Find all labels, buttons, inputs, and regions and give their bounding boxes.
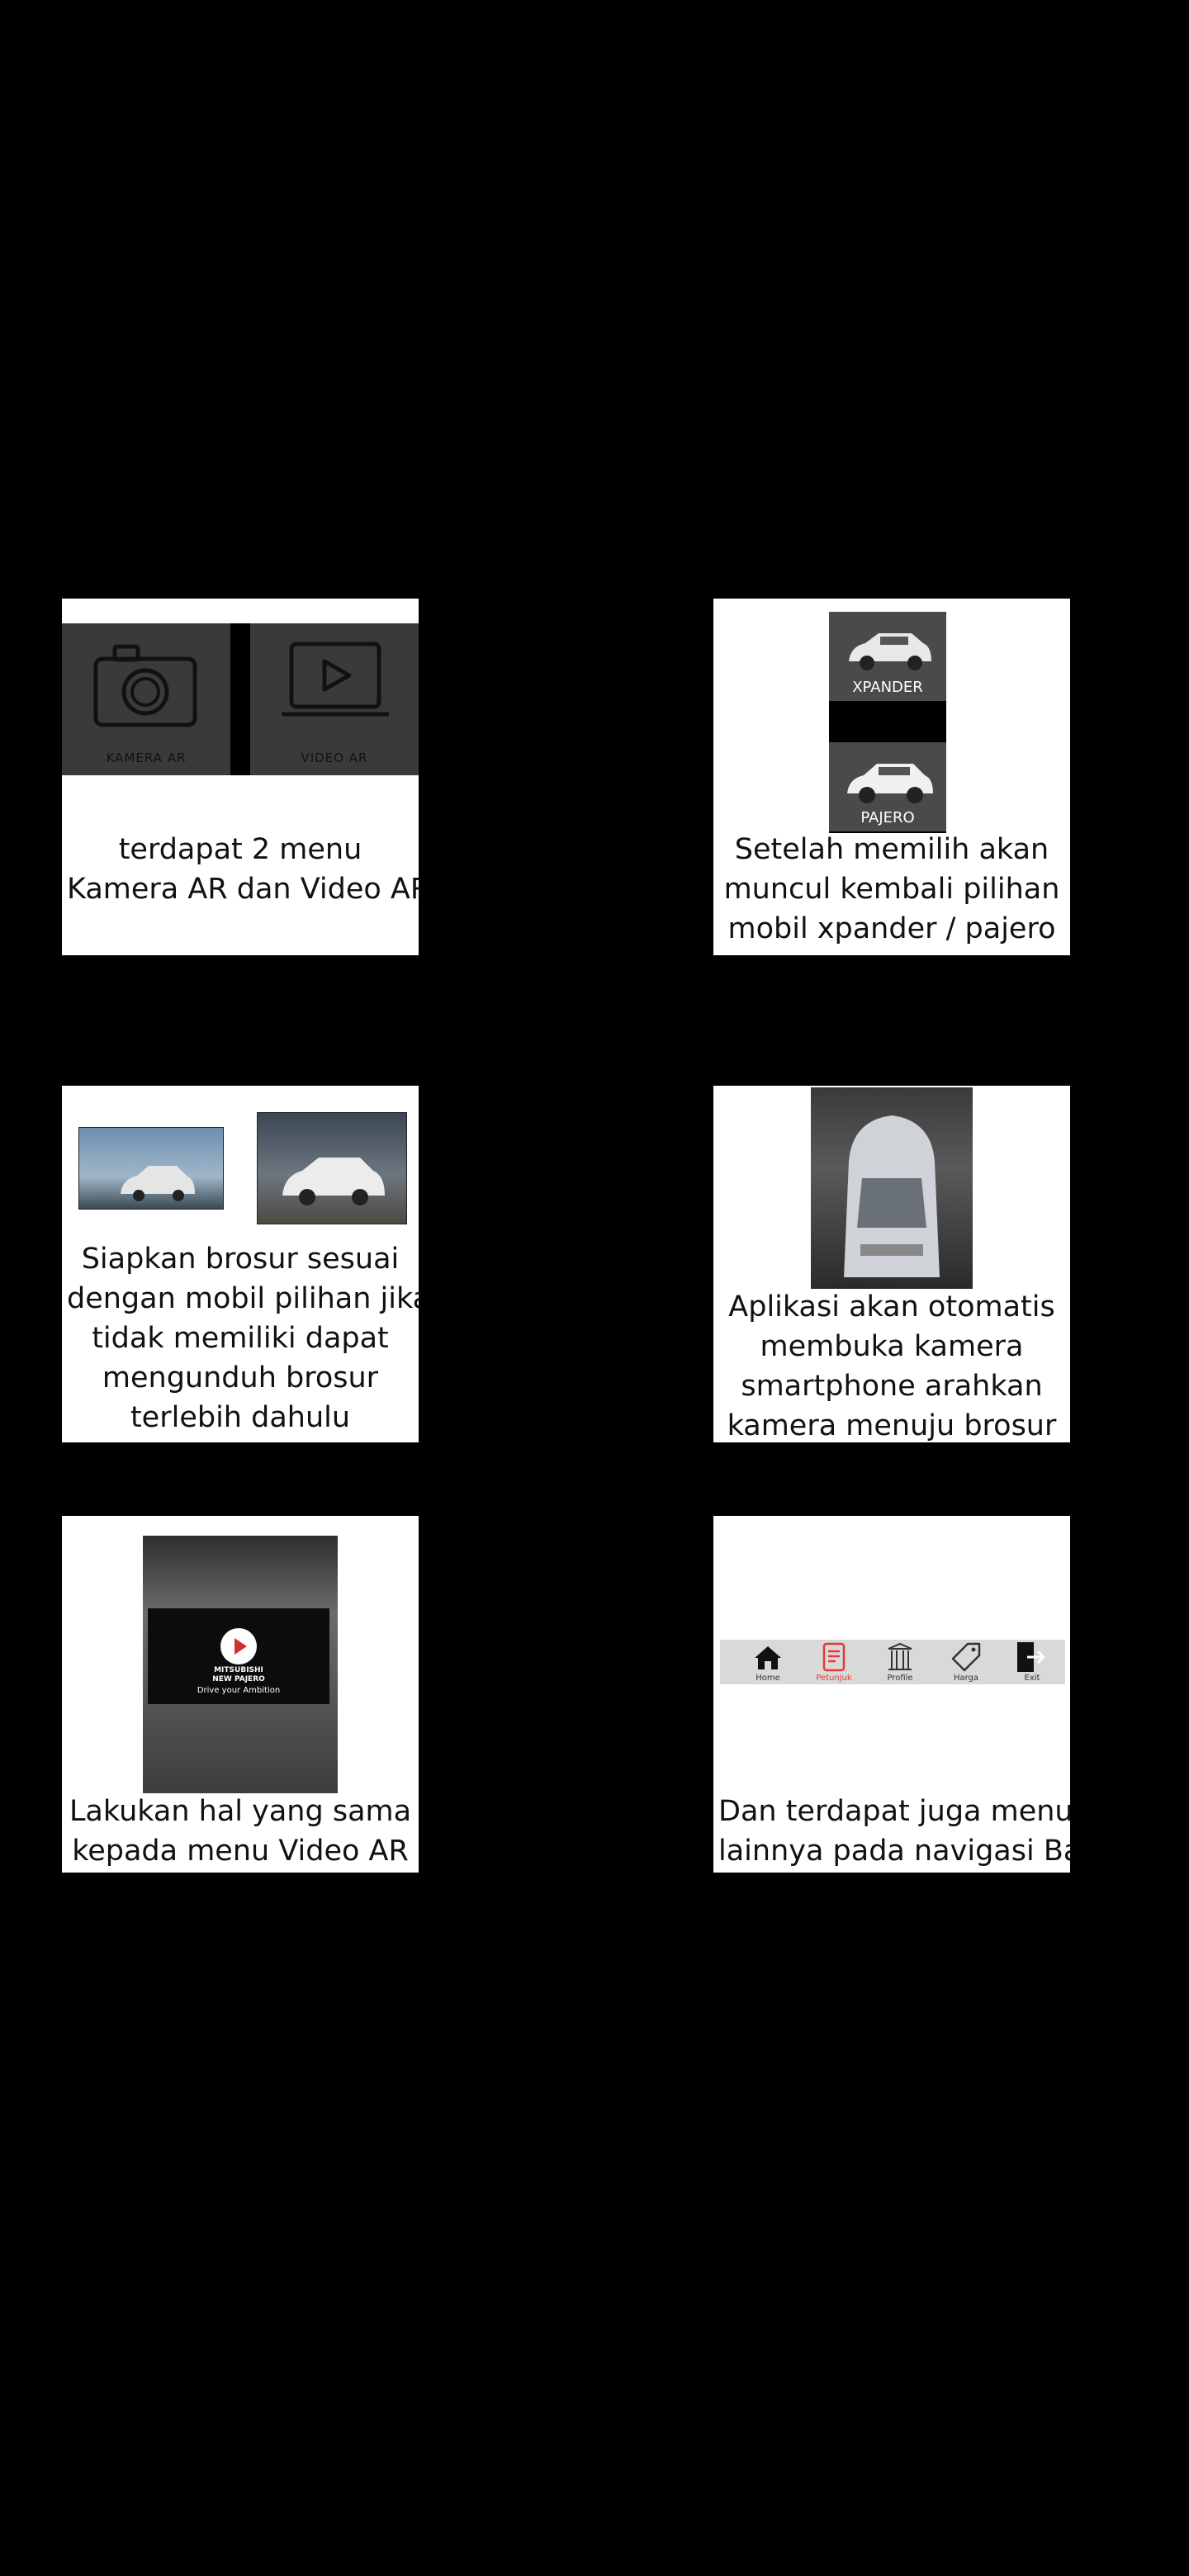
caption-line: Siapkan brosur sesuai [81, 1243, 400, 1276]
caption-line: membuka kamera [760, 1330, 1024, 1363]
xpander-brochure-image [78, 1127, 224, 1210]
car-item-pajero: PAJERO [829, 742, 946, 831]
monitor-play-icon [282, 642, 389, 717]
caption-line: Dan terdapat juga menu [718, 1795, 1070, 1828]
guide-icon [822, 1642, 846, 1672]
caption-line: mengunduh brosur [102, 1361, 379, 1395]
caption-line: Setelah memilih akan [734, 833, 1049, 866]
price-tag-icon [951, 1642, 981, 1672]
video-ar-label: VIDEO AR [301, 751, 368, 765]
car-image [282, 1158, 385, 1205]
nav-label: Harga [953, 1674, 979, 1683]
nav-label: Profile [887, 1674, 913, 1683]
tutorial-card-brochure: Siapkan brosur sesuai dengan mobil pilih… [62, 1086, 419, 1442]
car-image [849, 633, 931, 670]
caption-line: terdapat 2 menu [118, 833, 362, 866]
caption-line: lainnya pada navigasi Bar [718, 1835, 1070, 1868]
caption-line: Aplikasi akan otomatis [728, 1290, 1055, 1324]
home-icon [755, 1646, 781, 1669]
caption-line: tidak memiliki dapat [92, 1322, 389, 1355]
camera-icon [93, 644, 197, 727]
caption-line: terlebih dahulu [130, 1401, 351, 1434]
car-image [121, 1166, 195, 1201]
video-panel: MITSUBISHI NEW PAJERO Drive your Ambitio… [148, 1608, 329, 1704]
nav-item-home[interactable]: Home [735, 1640, 801, 1684]
video-tagline: Drive your Ambition [197, 1686, 281, 1695]
car-label: XPANDER [852, 679, 923, 696]
pajero-brochure-image [257, 1112, 407, 1224]
card-caption: terdapat 2 menu Kamera AR dan Video AR [67, 830, 419, 909]
caption-line: dengan mobil pilihan jika [67, 1282, 419, 1315]
card-caption: Aplikasi akan otomatis membuka kamera sm… [718, 1287, 1065, 1442]
caption-line: kamera menuju brosur [727, 1409, 1057, 1442]
caption-line: mobil xpander / pajero [727, 912, 1056, 945]
nav-item-profile[interactable]: Profile [867, 1640, 933, 1684]
video-ar-preview: MITSUBISHI NEW PAJERO Drive your Ambitio… [143, 1536, 338, 1793]
caption-line: smartphone arahkan [741, 1370, 1043, 1403]
car-image [847, 764, 933, 803]
tutorial-card-video: MITSUBISHI NEW PAJERO Drive your Ambitio… [62, 1516, 419, 1873]
video-brand: MITSUBISHI [214, 1666, 263, 1674]
nav-label: Exit [1024, 1674, 1040, 1683]
tutorial-card-scan: Aplikasi akan otomatis membuka kamera sm… [713, 1086, 1070, 1442]
building-icon [888, 1642, 912, 1670]
caption-line: Lakukan hal yang sama [69, 1795, 412, 1828]
nav-item-harga[interactable]: Harga [933, 1640, 999, 1684]
car-image [844, 1115, 940, 1277]
car-item-xpander: XPANDER [829, 612, 946, 701]
card-caption: Setelah memilih akan muncul kembali pili… [718, 830, 1065, 949]
kamera-ar-tile: KAMERA AR [62, 623, 230, 775]
tutorial-card-car-select: XPANDER PAJERO Setelah memilih akan munc… [713, 599, 1070, 955]
play-icon [234, 1638, 247, 1655]
nav-label: Home [756, 1674, 780, 1683]
caption-line: Kamera AR dan Video AR [67, 873, 419, 906]
car-label: PAJERO [860, 809, 915, 826]
car-selection-list: XPANDER PAJERO [829, 612, 946, 833]
navigation-bar: Home Petunjuk Profile Harga Exit [720, 1640, 1065, 1684]
caption-line: muncul kembali pilihan [723, 873, 1060, 906]
kamera-ar-label: KAMERA AR [106, 751, 187, 765]
card-caption: Dan terdapat juga menu lainnya pada navi… [718, 1792, 1070, 1871]
nav-item-petunjuk[interactable]: Petunjuk [801, 1640, 867, 1684]
card-caption: Lakukan hal yang sama kepada menu Video … [67, 1792, 414, 1871]
caption-line: kepada menu Video AR [72, 1835, 409, 1868]
video-model: NEW PAJERO [212, 1675, 265, 1683]
nav-label: Petunjuk [816, 1674, 852, 1683]
video-ar-tile: VIDEO AR [250, 623, 419, 775]
camera-scan-image [811, 1087, 973, 1289]
card-caption: Siapkan brosur sesuai dengan mobil pilih… [67, 1239, 419, 1437]
play-button[interactable] [220, 1628, 257, 1664]
tutorial-card-navbar: Home Petunjuk Profile Harga Exit Dan ter… [713, 1516, 1070, 1873]
exit-icon [1017, 1642, 1046, 1672]
nav-item-exit[interactable]: Exit [999, 1640, 1065, 1684]
ar-menu-preview: KAMERA AR VIDEO AR [62, 623, 419, 775]
tutorial-card-menu: KAMERA AR VIDEO AR terdapat 2 menu Kamer… [62, 599, 419, 955]
